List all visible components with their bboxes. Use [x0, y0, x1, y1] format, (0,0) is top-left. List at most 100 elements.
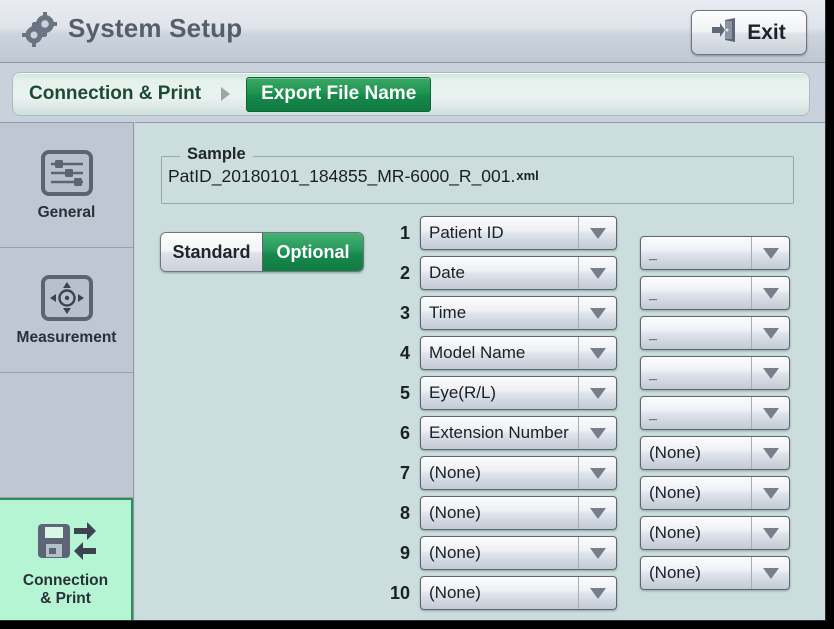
chevron-down-glyph	[589, 267, 606, 279]
breadcrumb-root[interactable]: Connection & Print	[29, 83, 201, 105]
chevron-down-icon[interactable]	[578, 577, 616, 609]
field-dropdown-value: (None)	[429, 503, 481, 522]
field-dropdown[interactable]: Eye(R/L)	[420, 376, 617, 410]
chevron-down-icon[interactable]	[751, 397, 789, 429]
sidebar-empty-slot	[0, 373, 133, 498]
field-dropdown-value: (None)	[429, 583, 481, 602]
chevron-down-icon[interactable]	[578, 297, 616, 329]
sidebar-item-connection-print[interactable]: Connection & Print	[0, 498, 133, 620]
separator-dropdown[interactable]: (None)	[640, 436, 790, 470]
field-row: 6 Extension Number	[380, 416, 617, 450]
separator-dropdown[interactable]: _	[640, 396, 790, 430]
chevron-down-icon[interactable]	[578, 457, 616, 489]
chevron-down-glyph	[589, 547, 606, 559]
chevron-down-glyph	[589, 507, 606, 519]
chevron-down-glyph	[589, 387, 606, 399]
field-row: 3 Time	[380, 296, 617, 330]
breadcrumb-active-tab[interactable]: Export File Name	[246, 76, 432, 112]
separator-dropdown-value: _	[649, 283, 658, 302]
exit-door-icon	[712, 18, 738, 47]
chevron-down-glyph	[762, 407, 779, 419]
chevron-down-glyph	[589, 467, 606, 479]
field-dropdown-value: Extension Number	[429, 423, 569, 442]
optional-button[interactable]: Optional	[262, 233, 363, 271]
chevron-down-icon[interactable]	[751, 557, 789, 589]
chevron-down-icon[interactable]	[751, 277, 789, 309]
sidebar-item-label-measurement: Measurement	[16, 328, 117, 346]
chevron-down-glyph	[762, 567, 779, 579]
chevron-down-glyph	[589, 227, 606, 239]
sidebar-item-measurement[interactable]: Measurement	[0, 248, 133, 373]
field-dropdown-value: Patient ID	[429, 223, 504, 242]
mode-toggle: Standard Optional	[160, 232, 364, 272]
chevron-down-icon[interactable]	[751, 437, 789, 469]
separator-dropdown[interactable]: _	[640, 236, 790, 270]
floppy-transfer-icon	[34, 517, 98, 565]
chevron-down-icon[interactable]	[578, 257, 616, 289]
separator-dropdown[interactable]: _	[640, 356, 790, 390]
chevron-down-glyph	[762, 447, 779, 459]
sidebar-item-label-general: General	[37, 203, 96, 221]
field-row: 7 (None)	[380, 456, 617, 490]
field-row: 8 (None)	[380, 496, 617, 530]
field-row: 10 (None)	[380, 576, 617, 610]
chevron-down-icon[interactable]	[578, 417, 616, 449]
separator-dropdown[interactable]: _	[640, 276, 790, 310]
breadcrumb: Connection & Print Export File Name	[12, 72, 810, 116]
chevron-down-icon[interactable]	[578, 337, 616, 369]
chevron-down-icon[interactable]	[578, 217, 616, 249]
standard-button[interactable]: Standard	[161, 233, 262, 271]
separator-dropdown-value: _	[649, 243, 658, 262]
field-dropdown[interactable]: Date	[420, 256, 617, 290]
field-row-number: 2	[399, 262, 410, 283]
field-dropdown-value: (None)	[429, 463, 481, 482]
field-dropdown[interactable]: Patient ID	[420, 216, 617, 250]
chevron-down-glyph	[589, 427, 606, 439]
separator-dropdown[interactable]: (None)	[640, 476, 790, 510]
chevron-down-icon[interactable]	[751, 237, 789, 269]
field-row: 2 Date	[380, 256, 617, 290]
field-row-number: 3	[399, 302, 410, 323]
separator-dropdown-value: (None)	[649, 483, 701, 502]
field-dropdown[interactable]: Extension Number	[420, 416, 617, 450]
field-row-number: 7	[399, 462, 410, 483]
chevron-down-glyph	[589, 347, 606, 359]
separator-dropdown[interactable]: (None)	[640, 556, 790, 590]
field-dropdown[interactable]: Time	[420, 296, 617, 330]
separator-dropdown[interactable]: (None)	[640, 516, 790, 550]
chevron-down-glyph	[762, 287, 779, 299]
field-dropdown[interactable]: (None)	[420, 536, 617, 570]
field-dropdown[interactable]: Model Name	[420, 336, 617, 370]
field-dropdown[interactable]: (None)	[420, 456, 617, 490]
field-dropdown-value: (None)	[429, 543, 481, 562]
field-row-number: 9	[399, 542, 410, 563]
separator-dropdown-value: (None)	[649, 443, 701, 462]
field-row-number: 1	[399, 222, 410, 243]
chevron-down-icon[interactable]	[751, 317, 789, 349]
chevron-down-icon[interactable]	[751, 517, 789, 549]
field-dropdown[interactable]: (None)	[420, 576, 617, 610]
field-row-number: 5	[399, 382, 410, 403]
chevron-down-glyph	[762, 247, 779, 259]
chevron-down-glyph	[762, 527, 779, 539]
sample-group: Sample PatID_20180101_184855_MR-6000_R_0…	[161, 145, 794, 204]
chevron-down-icon[interactable]	[751, 477, 789, 509]
sample-legend: Sample	[180, 145, 253, 164]
field-row-number: 4	[399, 342, 410, 363]
exit-button[interactable]: Exit	[691, 10, 807, 55]
chevron-down-icon[interactable]	[751, 357, 789, 389]
chevron-down-glyph	[762, 327, 779, 339]
separator-dropdown[interactable]: _	[640, 316, 790, 350]
sidebar-item-general[interactable]: General	[0, 123, 133, 248]
chevron-down-icon[interactable]	[578, 377, 616, 409]
chevron-down-icon[interactable]	[578, 497, 616, 529]
field-dropdown-value: Time	[429, 303, 467, 322]
field-row: 1 Patient ID	[380, 216, 617, 250]
crosshair-move-icon	[40, 274, 93, 322]
separator-dropdown-value: _	[649, 363, 658, 382]
main-content: Sample PatID_20180101_184855_MR-6000_R_0…	[135, 122, 825, 620]
chevron-down-icon[interactable]	[578, 537, 616, 569]
field-dropdown[interactable]: (None)	[420, 496, 617, 530]
chevron-down-glyph	[589, 587, 606, 599]
sample-filename: PatID_20180101_184855_MR-6000_R_001.xml	[168, 166, 539, 186]
